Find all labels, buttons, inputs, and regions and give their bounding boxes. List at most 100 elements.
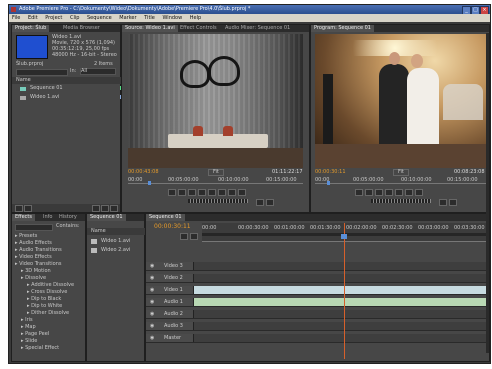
- step-back-icon[interactable]: [198, 189, 206, 196]
- tab-effects[interactable]: Effects: [12, 214, 35, 221]
- mark-in-icon[interactable]: [168, 189, 176, 196]
- program-fit-select[interactable]: Fit: [393, 169, 409, 176]
- bin-item[interactable]: Wideo 2.avi: [91, 247, 130, 254]
- track[interactable]: Video 1 ◉: [146, 286, 486, 295]
- effects-tree-item[interactable]: ▸ Video Effects: [15, 254, 52, 261]
- tab-effect-controls[interactable]: Effect Controls: [177, 25, 220, 32]
- new-item-icon[interactable]: [101, 205, 109, 212]
- menu-edit[interactable]: Edit: [28, 15, 38, 21]
- insert-icon[interactable]: [256, 199, 264, 206]
- overlay-icon[interactable]: [266, 199, 274, 206]
- bin-column-header[interactable]: Name: [87, 228, 148, 235]
- menu-clip[interactable]: Clip: [70, 15, 79, 21]
- track[interactable]: Master ◉: [146, 334, 486, 343]
- track-header[interactable]: Audio 2 ◉: [146, 310, 194, 318]
- scrollbar[interactable]: [486, 33, 489, 353]
- effects-tree-item[interactable]: ▸ Iris: [21, 317, 33, 324]
- icon-view-icon[interactable]: [24, 205, 32, 212]
- effects-tree-item[interactable]: ▸ Slide: [21, 338, 37, 345]
- play-icon[interactable]: [385, 189, 393, 196]
- effects-tree-item[interactable]: ▸ Additive Dissolve: [27, 282, 74, 289]
- source-ruler[interactable]: 00:00 00:05:00:00 00:10:00:00 00:15:00:0…: [128, 177, 303, 185]
- menu-window[interactable]: Window: [162, 15, 182, 21]
- track-header[interactable]: Master ◉: [146, 334, 194, 342]
- menu-help[interactable]: Help: [190, 15, 201, 21]
- mark-in-icon[interactable]: [355, 189, 363, 196]
- list-view-icon[interactable]: [15, 205, 23, 212]
- audio-clip[interactable]: [194, 298, 486, 306]
- speaker-icon[interactable]: ◉: [150, 322, 154, 330]
- eye-icon[interactable]: ◉: [150, 274, 154, 282]
- track-header[interactable]: Video 2 ◉: [146, 274, 194, 282]
- effects-search-input[interactable]: [15, 224, 53, 231]
- trash-icon[interactable]: [110, 205, 118, 212]
- effects-tree-item[interactable]: ▸ Dip to Black: [27, 296, 61, 303]
- source-current-timecode[interactable]: 00:00:43:08: [128, 169, 159, 176]
- track[interactable]: Audio 2 ◉: [146, 310, 486, 319]
- timeline-timecode[interactable]: 00:00:30:11: [154, 223, 191, 230]
- eye-icon[interactable]: ◉: [150, 262, 154, 270]
- effects-tree-item[interactable]: ▸ Dither Dissolve: [27, 310, 69, 317]
- track[interactable]: Audio 3 ◉: [146, 322, 486, 331]
- track[interactable]: Video 3 ◉: [146, 262, 486, 271]
- project-item[interactable]: Wideo 1.avi: [16, 94, 130, 101]
- effects-tree-item[interactable]: ▸ 3D Motion: [21, 268, 51, 275]
- playhead-icon[interactable]: [327, 181, 330, 185]
- track-header[interactable]: Video 3 ◉: [146, 262, 194, 270]
- track-header[interactable]: Audio 1 ◉: [146, 298, 194, 306]
- search-input[interactable]: [16, 69, 68, 76]
- tab-media-browser[interactable]: Media Browser: [60, 25, 103, 32]
- project-item[interactable]: Sequence 01: [16, 85, 130, 92]
- track[interactable]: Video 2 ◉: [146, 274, 486, 283]
- mark-out-icon[interactable]: [365, 189, 373, 196]
- extract-icon[interactable]: [449, 199, 457, 206]
- speaker-icon[interactable]: ◉: [150, 298, 154, 306]
- menu-project[interactable]: Project: [45, 15, 62, 21]
- tab-source[interactable]: Source: Wideo 1.avi: [122, 25, 178, 32]
- jog-wheel[interactable]: [188, 199, 248, 203]
- track[interactable]: Audio 1 ◉: [146, 298, 486, 307]
- new-bin-icon[interactable]: [92, 205, 100, 212]
- tab-program[interactable]: Program: Sequence 01: [311, 25, 374, 32]
- menu-sequence[interactable]: Sequence: [87, 15, 112, 21]
- speaker-icon[interactable]: ◉: [150, 334, 154, 342]
- playhead-icon[interactable]: [341, 234, 347, 239]
- set-marker-icon[interactable]: [188, 189, 196, 196]
- playhead-line[interactable]: [344, 223, 345, 359]
- effects-tree-item[interactable]: ▸ Cross Dissolve: [27, 289, 67, 296]
- track-header[interactable]: Video 1 ◉: [146, 286, 194, 294]
- effects-tree-item[interactable]: ▸ Dissolve: [21, 275, 46, 282]
- program-current-timecode[interactable]: 00:00:30:11: [315, 169, 346, 176]
- tab-bin[interactable]: Sequence 01: [87, 214, 126, 221]
- step-forward-icon[interactable]: [395, 189, 403, 196]
- snap-icon[interactable]: [180, 233, 188, 240]
- track-header[interactable]: Audio 3 ◉: [146, 322, 194, 330]
- effects-tree-item[interactable]: ▸ Dip to White: [27, 303, 62, 310]
- loop-icon[interactable]: [228, 189, 236, 196]
- effects-tree-item[interactable]: ▸ Special Effect: [21, 345, 59, 352]
- set-marker-icon[interactable]: [190, 233, 198, 240]
- effects-tree-item[interactable]: ▸ Video Transitions: [15, 261, 62, 268]
- program-ruler[interactable]: 00:00 00:05:00:00 00:10:00:00 00:15:00:0…: [315, 177, 486, 185]
- source-fit-select[interactable]: Fit: [208, 169, 224, 176]
- play-icon[interactable]: [208, 189, 216, 196]
- effects-tree-item[interactable]: ▸ Presets: [15, 233, 37, 240]
- mark-out-icon[interactable]: [178, 189, 186, 196]
- tab-info[interactable]: Info: [40, 214, 55, 221]
- safe-margins-icon[interactable]: [415, 189, 423, 196]
- tab-project[interactable]: Project: Ślub: [12, 25, 50, 32]
- safe-margins-icon[interactable]: [238, 189, 246, 196]
- eye-icon[interactable]: ◉: [150, 286, 154, 294]
- tab-sequence[interactable]: Sequence 01: [146, 214, 185, 221]
- playhead-icon[interactable]: [148, 181, 151, 185]
- menu-marker[interactable]: Marker: [119, 15, 136, 21]
- step-back-icon[interactable]: [375, 189, 383, 196]
- menu-title[interactable]: Title: [144, 15, 155, 21]
- step-forward-icon[interactable]: [218, 189, 226, 196]
- jog-wheel[interactable]: [371, 199, 431, 203]
- lift-icon[interactable]: [439, 199, 447, 206]
- speaker-icon[interactable]: ◉: [150, 310, 154, 318]
- tab-history[interactable]: History: [56, 214, 80, 221]
- effects-tree-item[interactable]: ▸ Audio Transitions: [15, 247, 62, 254]
- effects-tree-item[interactable]: ▸ Page Peel: [21, 331, 49, 338]
